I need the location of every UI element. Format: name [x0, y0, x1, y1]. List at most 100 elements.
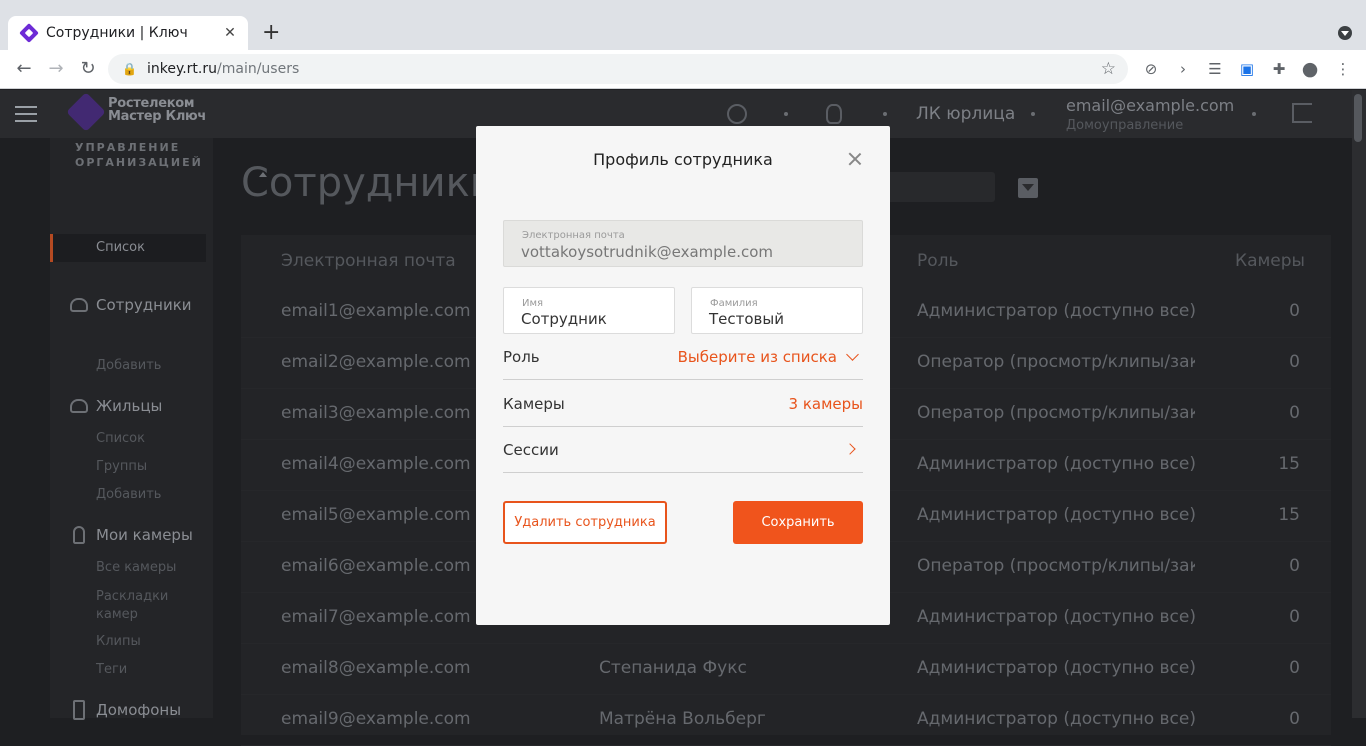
- reading-list-icon[interactable]: ☰: [1205, 59, 1225, 79]
- sidebar-group-label: Сотрудники: [96, 296, 192, 314]
- sidebar-item-layouts[interactable]: Раскладки камер: [96, 588, 168, 624]
- cell-cameras: 0: [1289, 709, 1300, 729]
- sidebar-group-cameras[interactable]: Мои камеры: [70, 526, 193, 544]
- sidebar-group-label: Мои камеры: [96, 526, 193, 544]
- download-icon[interactable]: [1018, 178, 1038, 198]
- cell-role: Администратор (доступно все): [917, 454, 1195, 474]
- section-title-line2: ОРГАНИЗАЦИЕЙ: [75, 156, 203, 169]
- sidebar-item-residents-list[interactable]: Список: [96, 431, 145, 446]
- extensions-puzzle-icon[interactable]: ✚: [1269, 59, 1289, 79]
- forward-icon[interactable]: →: [44, 58, 68, 79]
- table-row[interactable]: email8@example.com Степанида Фукс Админист…: [241, 644, 1331, 695]
- browser-menu-icon[interactable]: ⋮: [1333, 59, 1353, 79]
- column-header-role[interactable]: Роль: [917, 251, 959, 271]
- sidebar-group-label: Жильцы: [96, 397, 163, 415]
- employee-profile-modal: Профиль сотрудника Электронная почта vot…: [476, 126, 890, 625]
- sessions-label: Сессии: [503, 441, 559, 459]
- sort-asc-icon[interactable]: [259, 168, 267, 177]
- sidebar-item-label: Список: [96, 240, 145, 255]
- separator-dot: [1252, 112, 1256, 116]
- email-field: Электронная почта vottakoysotrudnik@exam…: [503, 220, 863, 267]
- first-name-field[interactable]: Имя Сотрудник: [503, 287, 675, 334]
- role-value[interactable]: Выберите из списка: [678, 348, 837, 366]
- sidebar-item-tags[interactable]: Теги: [96, 662, 127, 677]
- cell-role: Администратор (доступно все): [917, 301, 1195, 321]
- extension-icon[interactable]: ⊘: [1141, 59, 1161, 79]
- column-header-email[interactable]: Электронная почта: [281, 251, 456, 271]
- sidebar-item-residents-groups[interactable]: Группы: [96, 459, 147, 474]
- employees-icon: [70, 298, 88, 312]
- cell-name: Степанида Фукс: [599, 658, 747, 678]
- role-select[interactable]: Роль Выберите из списка: [503, 336, 863, 380]
- cell-email: email4@example.com: [281, 454, 471, 474]
- reload-icon[interactable]: ↻: [76, 58, 100, 79]
- section-title-line1: УПРАВЛЕНИЕ: [75, 141, 181, 154]
- support-icon[interactable]: [727, 104, 747, 124]
- email-field-value: vottakoysotrudnik@example.com: [521, 243, 774, 261]
- first-name-label: Имя: [522, 298, 544, 309]
- address-bar[interactable]: 🔒 inkey.rt.ru/main/users ☆: [108, 54, 1128, 84]
- last-name-value[interactable]: Тестовый: [709, 310, 862, 328]
- cell-role: Администратор (доступно все): [917, 658, 1195, 678]
- cameras-row[interactable]: Камеры 3 камеры: [503, 383, 863, 427]
- page-scrollbar[interactable]: [1352, 90, 1366, 718]
- bookmark-star-icon[interactable]: ☆: [1101, 59, 1116, 79]
- search-input[interactable]: [880, 172, 995, 202]
- logo-text[interactable]: Ростелеком Мастер Ключ: [108, 97, 206, 123]
- account-type[interactable]: ЛК юрлица: [916, 104, 1015, 124]
- sidebar: [50, 138, 213, 718]
- cell-cameras: 0: [1289, 352, 1300, 372]
- cell-role: Оператор (просмотр/клипы/закл: [917, 556, 1195, 576]
- sidebar-group-residents[interactable]: Жильцы: [70, 397, 162, 415]
- profile-icon[interactable]: ●: [1300, 58, 1320, 80]
- modal-title: Профиль сотрудника: [593, 150, 773, 169]
- column-header-cameras[interactable]: Камеры: [1235, 251, 1305, 271]
- separator-dot: [1031, 112, 1035, 116]
- extension-arrow-icon[interactable]: ›: [1173, 59, 1193, 79]
- menu-burger-icon[interactable]: [15, 106, 37, 122]
- page-scrollbar-thumb[interactable]: [1354, 94, 1362, 142]
- email-field-label: Электронная почта: [522, 230, 625, 241]
- sessions-row[interactable]: Сессии: [503, 429, 863, 473]
- lock-icon[interactable]: 🔒: [122, 62, 137, 76]
- browser-tab[interactable]: Сотрудники | Ключ ✕: [8, 16, 248, 50]
- cell-role: Администратор (доступно все): [917, 709, 1195, 729]
- cell-email: email8@example.com: [281, 658, 471, 678]
- chevron-down-icon[interactable]: [846, 348, 859, 361]
- sidebar-group-intercoms[interactable]: Домофоны: [70, 700, 181, 720]
- cell-cameras: 15: [1278, 505, 1300, 525]
- cameras-value[interactable]: 3 камеры: [789, 395, 863, 413]
- back-icon[interactable]: ←: [12, 58, 36, 79]
- tab-close-icon[interactable]: ✕: [222, 25, 238, 41]
- save-button[interactable]: Сохранить: [733, 501, 863, 544]
- logout-icon[interactable]: [1292, 103, 1312, 123]
- sidebar-item-residents-add[interactable]: Добавить: [96, 487, 161, 502]
- cell-email: email1@example.com: [281, 301, 471, 321]
- sidebar-item-all-cameras[interactable]: Все камеры: [96, 560, 176, 575]
- tab-title: Сотрудники | Ключ: [46, 25, 188, 41]
- url-path: /main/users: [217, 61, 300, 77]
- tab-search-icon[interactable]: [1338, 26, 1352, 40]
- user-email[interactable]: email@example.com: [1066, 96, 1234, 115]
- extension-blue-icon[interactable]: ▣: [1237, 59, 1257, 79]
- sidebar-item-employees-list[interactable]: Список: [50, 234, 206, 262]
- close-icon[interactable]: [848, 152, 862, 166]
- last-name-field[interactable]: Фамилия Тестовый: [691, 287, 863, 334]
- first-name-value[interactable]: Сотрудник: [521, 310, 674, 328]
- intercom-icon[interactable]: [826, 104, 842, 124]
- table-row[interactable]: email9@example.com Матрёна Вольберг Админи…: [241, 695, 1331, 746]
- delete-employee-button[interactable]: Удалить сотрудника: [503, 501, 667, 544]
- site-favicon-icon: [19, 23, 39, 43]
- cell-email: email3@example.com: [281, 403, 471, 423]
- chevron-right-icon[interactable]: [844, 443, 856, 455]
- sidebar-item-clips[interactable]: Клипы: [96, 634, 141, 649]
- door-icon: [73, 700, 85, 720]
- role-label: Роль: [503, 348, 540, 366]
- user-organization: Домоуправление: [1066, 118, 1184, 133]
- new-tab-icon[interactable]: +: [262, 22, 280, 44]
- last-name-label: Фамилия: [710, 298, 758, 309]
- sidebar-group-employees[interactable]: Сотрудники: [70, 296, 192, 314]
- cell-email: email9@example.com: [281, 709, 471, 729]
- sidebar-item-employees-add[interactable]: Добавить: [96, 358, 161, 373]
- cell-email: email6@example.com: [281, 556, 471, 576]
